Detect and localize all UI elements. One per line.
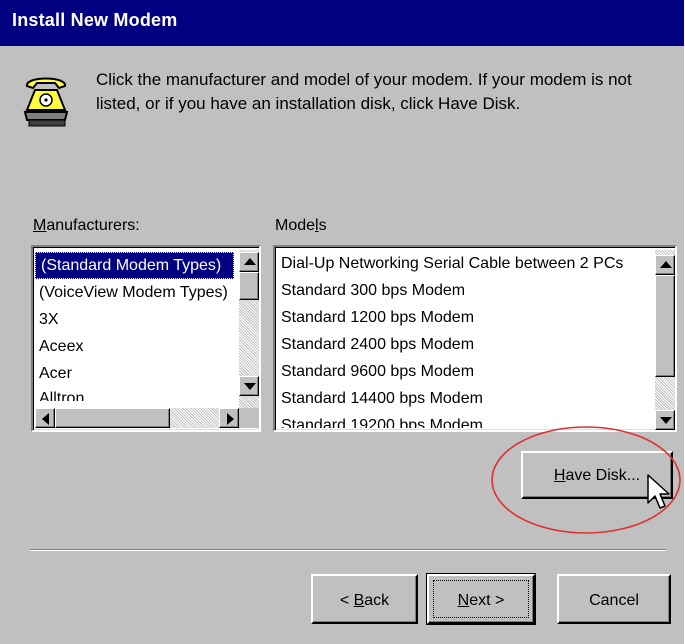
manufacturers-label: Manufacturers: <box>33 217 140 235</box>
instructions-text: Click the manufacturer and model of your… <box>96 70 632 113</box>
separator-highlight <box>30 550 666 551</box>
back-prefix: < <box>339 592 354 609</box>
back-rest: ack <box>364 592 390 609</box>
list-item[interactable]: 3X <box>33 306 59 333</box>
title-bar[interactable]: Install New Modem <box>0 0 684 46</box>
list-item[interactable]: Dial-Up Networking Serial Cable between … <box>275 250 623 277</box>
list-item[interactable]: Standard 14400 bps Modem <box>275 385 483 412</box>
manufacturers-label-accel: M <box>33 217 47 234</box>
manufacturers-vscroll-thumb[interactable] <box>239 272 259 300</box>
scroll-down-button[interactable] <box>239 376 259 396</box>
chevron-left-icon <box>42 413 49 425</box>
chevron-up-icon <box>244 258 256 265</box>
models-vscroll-thumb[interactable] <box>655 275 675 377</box>
chevron-right-icon <box>227 413 234 425</box>
list-item[interactable]: (Standard Modem Types) <box>35 252 234 279</box>
telephone-modem-icon <box>23 77 69 127</box>
models-label-prefix: Mode <box>275 217 316 234</box>
window-title: Install New Modem <box>12 10 178 30</box>
list-item[interactable]: Standard 300 bps Modem <box>275 277 465 304</box>
mouse-cursor-icon <box>647 474 670 509</box>
chevron-down-icon <box>244 383 256 390</box>
focus-rect <box>433 580 529 618</box>
list-item[interactable]: Standard 2400 bps Modem <box>275 331 474 358</box>
cancel-button[interactable]: Cancel <box>557 574 671 624</box>
list-item[interactable]: Acer <box>33 360 72 387</box>
scroll-left-button[interactable] <box>35 408 55 428</box>
models-listbox[interactable]: Dial-Up Networking Serial Cable between … <box>273 245 677 432</box>
list-item[interactable]: Standard 9600 bps Modem <box>275 358 474 385</box>
scroll-up-button[interactable] <box>655 255 675 275</box>
manufacturers-label-rest: anufacturers: <box>46 217 140 234</box>
manufacturers-hscroll-thumb[interactable] <box>55 408 170 428</box>
list-item[interactable]: Aceex <box>33 333 83 360</box>
models-label: Models <box>275 217 327 235</box>
list-item[interactable]: Standard 19200 bps Modem <box>275 412 483 428</box>
back-accel: B <box>353 592 365 609</box>
models-label-rest: s <box>318 217 327 234</box>
list-item[interactable]: Alltron <box>33 385 84 401</box>
manufacturers-listbox[interactable]: (Standard Modem Types) (VoiceView Modem … <box>31 245 261 432</box>
scroll-corner <box>239 408 259 428</box>
scroll-right-button[interactable] <box>219 408 239 428</box>
back-button[interactable]: < Back <box>311 574 418 624</box>
chevron-up-icon <box>660 261 672 268</box>
next-button[interactable]: Next > <box>426 573 536 625</box>
list-item[interactable]: Standard 1200 bps Modem <box>275 304 474 331</box>
scroll-up-button[interactable] <box>239 252 259 272</box>
install-new-modem-dialog: Install New Modem Click the manufacturer… <box>0 0 685 644</box>
list-item[interactable]: (VoiceView Modem Types) <box>33 279 228 306</box>
